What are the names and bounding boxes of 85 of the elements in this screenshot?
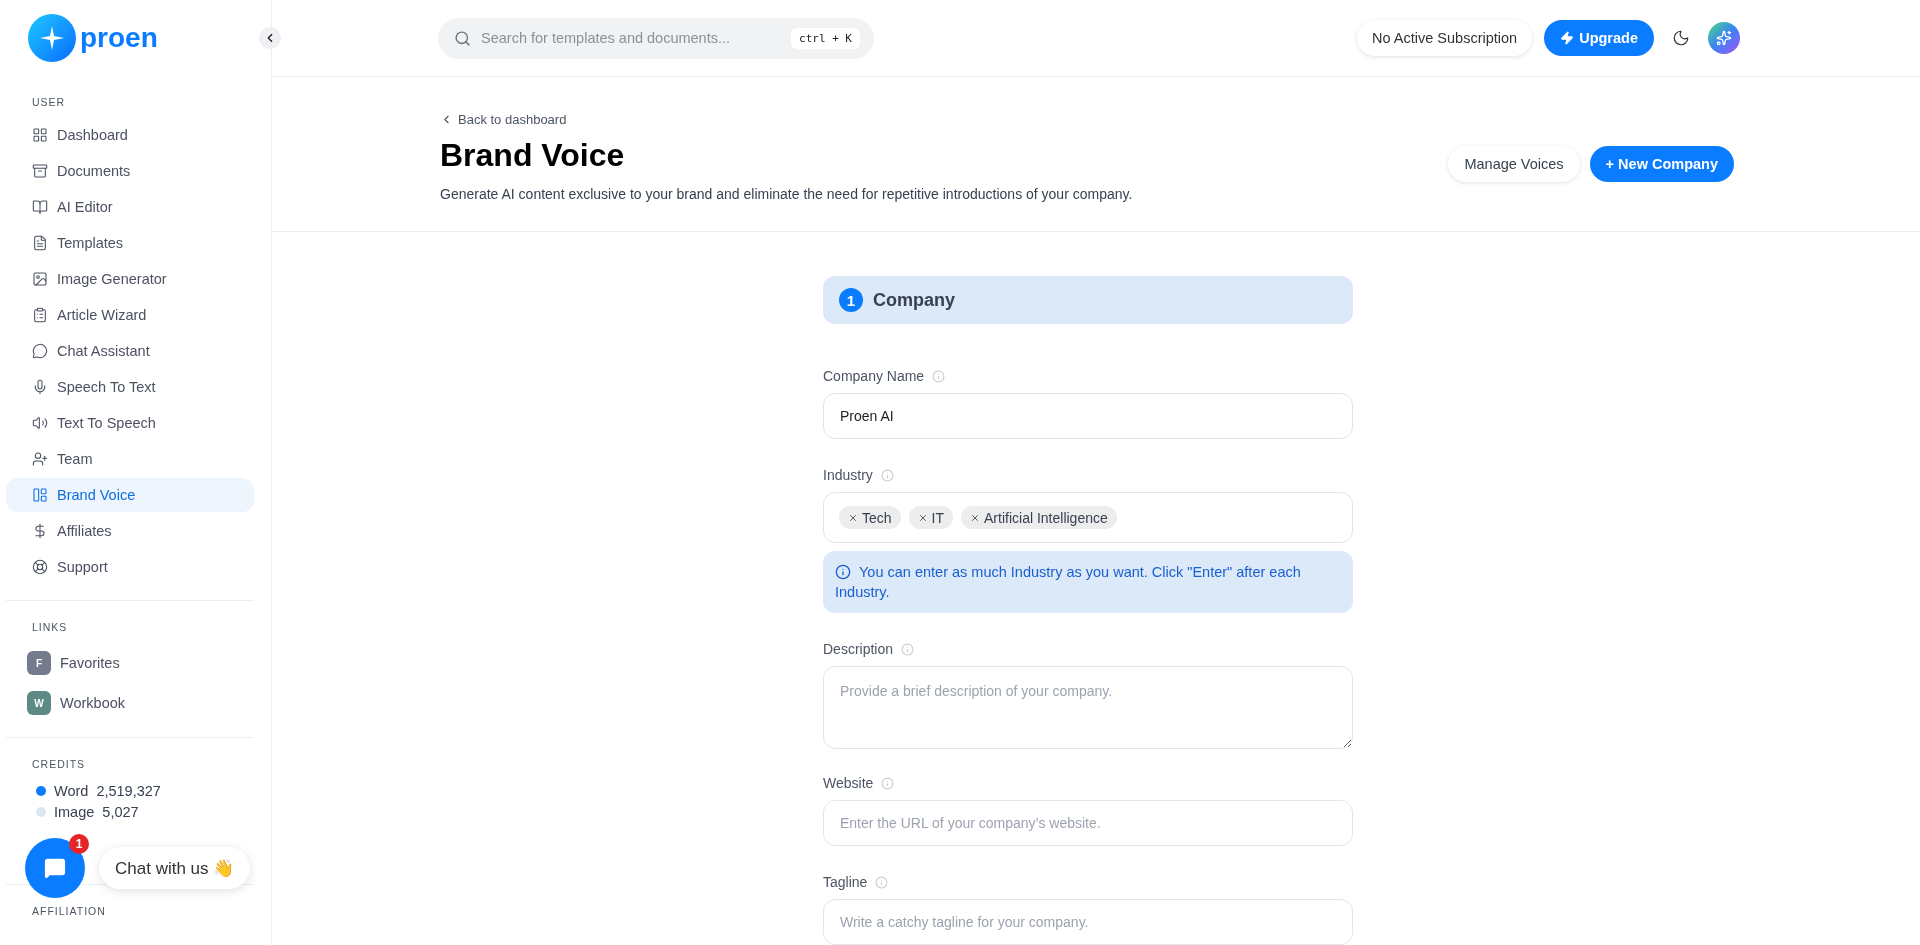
manage-voices-button[interactable]: Manage Voices — [1448, 146, 1580, 182]
sidebar-item[interactable]: Image Generator — [6, 262, 254, 296]
credit-value: 2,519,327 — [96, 782, 161, 799]
sidebar-item[interactable]: AI Editor — [6, 190, 254, 224]
close-icon[interactable] — [848, 512, 858, 523]
sidebar-item[interactable]: Speech To Text — [6, 370, 254, 404]
section-title: USER — [31, 96, 67, 108]
image-icon — [32, 271, 48, 287]
search-icon — [454, 29, 471, 47]
info-icon — [901, 642, 915, 656]
info-icon — [880, 468, 894, 482]
credit-label: Image — [54, 803, 95, 820]
clipboard-icon — [32, 307, 48, 323]
sparkle-icon — [1716, 30, 1732, 46]
text-field[interactable]: Enter the URL of your company’s website. — [823, 800, 1353, 846]
field-label: Description — [823, 641, 894, 657]
initial-icon: F — [27, 651, 51, 675]
subscription-status: No Active Subscription — [1357, 20, 1533, 56]
section-title: LINKS — [31, 621, 69, 633]
tag[interactable]: IT — [908, 506, 954, 529]
new-company-button[interactable]: + New Company — [1589, 146, 1734, 182]
user-plus-icon — [32, 451, 48, 467]
field-label: Industry — [823, 467, 873, 483]
sidebar-item[interactable]: Affiliates — [6, 514, 254, 548]
sidebar-item[interactable]: Dashboard — [6, 118, 254, 152]
chat-button[interactable] — [25, 838, 85, 898]
shortcut-key: ctrl + K — [791, 27, 860, 49]
back-link[interactable]: Back to dashboard — [440, 112, 1449, 127]
upgrade-button[interactable]: Upgrade — [1544, 20, 1654, 56]
page-title: Brand Voice — [440, 137, 626, 174]
page-subtitle: Generate AI content exclusive to your brand and eliminate the need for repetitive introductions of your company. — [440, 186, 1134, 202]
tag-field[interactable]: Tech IT Artificial Intelligence — [823, 492, 1353, 543]
notification-badge: 1 — [69, 834, 89, 854]
sidebar-item[interactable]: Support — [6, 550, 254, 584]
step-title: Company — [873, 289, 955, 311]
info-icon — [875, 875, 889, 889]
search-bar[interactable]: Search for templates and documents... ctrl + K — [438, 17, 874, 59]
info-icon — [835, 564, 851, 580]
lifebuoy-icon — [32, 559, 48, 575]
info-icon — [932, 369, 946, 383]
sidebar-item[interactable]: Documents — [6, 154, 254, 188]
sidebar-item[interactable]: Article Wizard — [6, 298, 254, 332]
tag[interactable]: Tech — [839, 506, 901, 529]
info-icon — [881, 776, 895, 790]
dollar-icon — [32, 523, 48, 539]
logo-icon — [28, 14, 76, 62]
chat-icon — [44, 857, 66, 879]
close-icon[interactable] — [917, 512, 928, 523]
logo-text: proen — [80, 22, 158, 54]
collapse-button[interactable] — [259, 27, 281, 49]
tag[interactable]: Artificial Intelligence — [961, 506, 1117, 529]
text-area[interactable]: Provide a brief description of your company. — [823, 666, 1353, 749]
panel-icon — [32, 487, 48, 503]
field-label: Website — [823, 775, 874, 791]
book-icon — [32, 199, 48, 215]
sidebar-item[interactable]: Text To Speech — [6, 406, 254, 440]
info-note: You can enter as much Industry as you want. Click "Enter" after each Industry. — [823, 551, 1353, 613]
avatar-button[interactable] — [1708, 22, 1740, 54]
credit-value: 5,027 — [102, 803, 139, 820]
lightning-icon — [1560, 31, 1575, 45]
archive-icon — [32, 163, 48, 179]
section-title: AFFILIATION — [31, 905, 107, 917]
text-field[interactable]: Proen AI — [823, 393, 1353, 439]
field-label: Tagline — [823, 874, 868, 890]
close-icon[interactable] — [970, 512, 981, 523]
credit-label: Word — [54, 782, 89, 799]
sidebar-item[interactable]: Team — [6, 442, 254, 476]
moon-icon — [1672, 29, 1690, 47]
sidebar-link[interactable]: F Favorites — [6, 643, 265, 683]
sidebar-item[interactable]: Brand Voice — [6, 478, 254, 512]
text-field[interactable]: Write a catchy tagline for your company. — [823, 899, 1353, 945]
chat-bubble-icon — [32, 343, 48, 359]
sidebar-item[interactable]: Templates — [6, 226, 254, 260]
sidebar-item[interactable]: Chat Assistant — [6, 334, 254, 368]
grid-icon — [32, 127, 48, 143]
speaker-icon — [32, 415, 48, 431]
document-icon — [32, 235, 48, 251]
microphone-icon — [32, 379, 48, 395]
field-label: Company Name — [823, 368, 925, 384]
section-title: CREDITS — [31, 758, 87, 770]
search-field[interactable]: Search for templates and documents... — [479, 29, 783, 47]
step-number: 1 — [839, 288, 863, 312]
chat-label[interactable]: Chat with us 👋 — [99, 847, 251, 889]
initial-icon: W — [27, 691, 51, 715]
sidebar-link[interactable]: W Workbook — [6, 683, 265, 723]
